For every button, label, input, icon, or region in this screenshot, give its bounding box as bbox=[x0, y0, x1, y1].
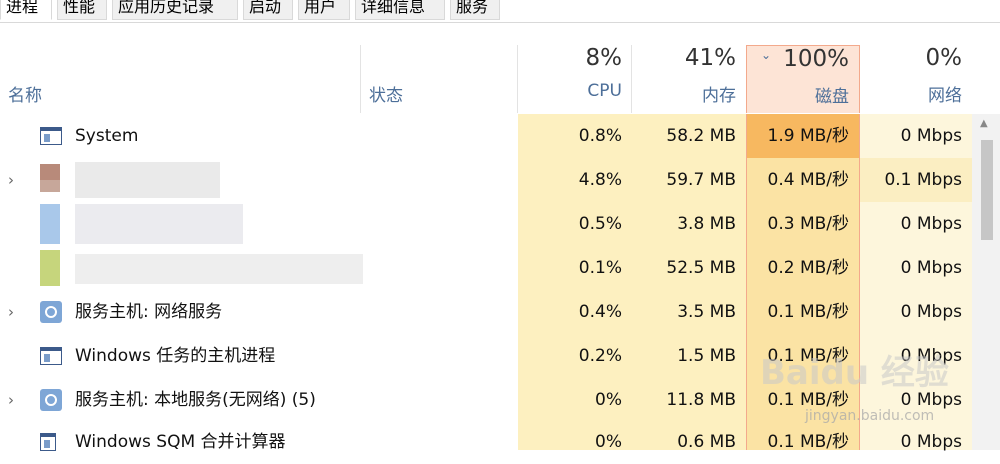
network-total-percent: 0% bbox=[925, 45, 963, 71]
name-column-header[interactable]: 名称 bbox=[0, 45, 360, 113]
process-name: 服务主机: 网络服务 bbox=[75, 302, 223, 322]
process-row[interactable]: System 0.8% 58.2 MB 1.9 MB/秒 0 Mbps bbox=[0, 114, 972, 158]
network-value: 0 Mbps bbox=[900, 432, 962, 452]
disk-value: 0.4 MB/秒 bbox=[767, 170, 850, 190]
cpu-value: 0.4% bbox=[578, 302, 622, 322]
process-name: 服务主机: 本地服务(无网络) (5) bbox=[75, 390, 316, 410]
cpu-value: 0.2% bbox=[578, 346, 622, 366]
cpu-column-header[interactable]: 8% CPU bbox=[518, 45, 632, 113]
network-header-label: 网络 bbox=[928, 86, 962, 106]
memory-value: 0.6 MB bbox=[677, 432, 736, 452]
tab-services[interactable]: 服务 bbox=[450, 0, 500, 20]
network-value: 0 Mbps bbox=[900, 302, 962, 322]
scroll-up-arrow-icon[interactable]: ▲ bbox=[980, 118, 988, 129]
tab-processes[interactable]: 进程 bbox=[0, 0, 52, 20]
blurred-app-icon bbox=[40, 164, 60, 180]
tab-details[interactable]: 详细信息 bbox=[355, 0, 445, 20]
network-value: 0 Mbps bbox=[900, 126, 962, 146]
name-header-label: 名称 bbox=[8, 86, 42, 106]
process-name: Windows 任务的主机进程 bbox=[75, 346, 276, 366]
cpu-header-label: CPU bbox=[587, 81, 622, 101]
cpu-value: 0.1% bbox=[578, 258, 622, 278]
cpu-value: 0.5% bbox=[578, 214, 622, 234]
tab-app-history[interactable]: 应用历史记录 bbox=[112, 0, 238, 20]
scrollbar-thumb[interactable] bbox=[981, 140, 993, 240]
tab-bar: 进程 性能 应用历史记录 启动 用户 详细信息 服务 bbox=[0, 0, 1000, 23]
memory-column-header[interactable]: 41% 内存 bbox=[632, 45, 746, 113]
window-app-icon bbox=[40, 433, 56, 451]
gear-icon bbox=[40, 389, 62, 411]
disk-header-label: 磁盘 bbox=[815, 87, 849, 107]
disk-total-percent: 100% bbox=[783, 46, 849, 72]
memory-value: 59.7 MB bbox=[666, 170, 736, 190]
expand-chevron-icon[interactable]: › bbox=[8, 158, 14, 202]
watermark-logo: Baidu 经验 bbox=[760, 353, 949, 393]
memory-value: 11.8 MB bbox=[666, 390, 736, 410]
tab-users[interactable]: 用户 bbox=[298, 0, 350, 20]
disk-value: 1.9 MB/秒 bbox=[747, 114, 859, 158]
memory-total-percent: 41% bbox=[684, 45, 736, 71]
sort-chevron-icon: ⌄ bbox=[761, 48, 772, 62]
cpu-value: 0% bbox=[595, 390, 622, 410]
expand-chevron-icon[interactable]: › bbox=[8, 290, 14, 334]
network-value: 0 Mbps bbox=[900, 214, 962, 234]
process-row[interactable]: 0.1% 52.5 MB 0.2 MB/秒 0 Mbps bbox=[0, 246, 972, 290]
tab-performance[interactable]: 性能 bbox=[57, 0, 107, 20]
blurred-app-icon bbox=[40, 250, 60, 286]
process-row[interactable]: › 4.8% 59.7 MB 0.4 MB/秒 0.1 Mbps bbox=[0, 158, 972, 202]
process-name: Windows SQM 合并计算器 bbox=[75, 432, 286, 452]
cpu-value: 0% bbox=[595, 432, 622, 452]
window-app-icon bbox=[40, 347, 62, 365]
disk-value: 0.3 MB/秒 bbox=[767, 214, 850, 234]
status-column-header[interactable]: 状态 bbox=[361, 45, 518, 113]
watermark-url: jingyan.baidu.com bbox=[805, 408, 935, 424]
cpu-value: 4.8% bbox=[578, 170, 622, 190]
network-value: 0.1 Mbps bbox=[860, 158, 972, 202]
blurred-app-icon bbox=[40, 204, 60, 244]
disk-value: 0.2 MB/秒 bbox=[767, 258, 850, 278]
memory-value: 58.2 MB bbox=[666, 126, 736, 146]
blurred-process-name bbox=[75, 254, 363, 284]
memory-value: 52.5 MB bbox=[666, 258, 736, 278]
window-app-icon bbox=[40, 127, 62, 145]
expand-chevron-icon[interactable]: › bbox=[8, 378, 14, 422]
process-row[interactable]: Windows SQM 合并计算器 0% 0.6 MB 0.1 MB/秒 0 M… bbox=[0, 420, 972, 464]
process-row[interactable]: 0.5% 3.8 MB 0.3 MB/秒 0 Mbps bbox=[0, 202, 972, 246]
disk-value: 0.1 MB/秒 bbox=[767, 302, 850, 322]
tab-startup[interactable]: 启动 bbox=[243, 0, 293, 20]
network-value: 0 Mbps bbox=[900, 258, 962, 278]
memory-value: 1.5 MB bbox=[677, 346, 736, 366]
memory-header-label: 内存 bbox=[702, 86, 736, 106]
disk-value: 0.1 MB/秒 bbox=[767, 432, 850, 452]
memory-value: 3.8 MB bbox=[677, 214, 736, 234]
blurred-process-name bbox=[75, 204, 243, 244]
status-header-label: 状态 bbox=[369, 86, 403, 106]
network-column-header[interactable]: 0% 网络 bbox=[860, 45, 972, 113]
cpu-value: 0.8% bbox=[578, 126, 622, 146]
disk-column-header[interactable]: ⌄ 100% 磁盘 bbox=[746, 45, 860, 113]
blurred-app-icon bbox=[40, 180, 60, 192]
memory-value: 3.5 MB bbox=[677, 302, 736, 322]
process-row[interactable]: › 服务主机: 网络服务 0.4% 3.5 MB 0.1 MB/秒 0 Mbps bbox=[0, 290, 972, 334]
process-name: System bbox=[75, 126, 139, 146]
cpu-total-percent: 8% bbox=[585, 45, 623, 71]
gear-icon bbox=[40, 301, 62, 323]
blurred-process-name bbox=[75, 162, 220, 198]
